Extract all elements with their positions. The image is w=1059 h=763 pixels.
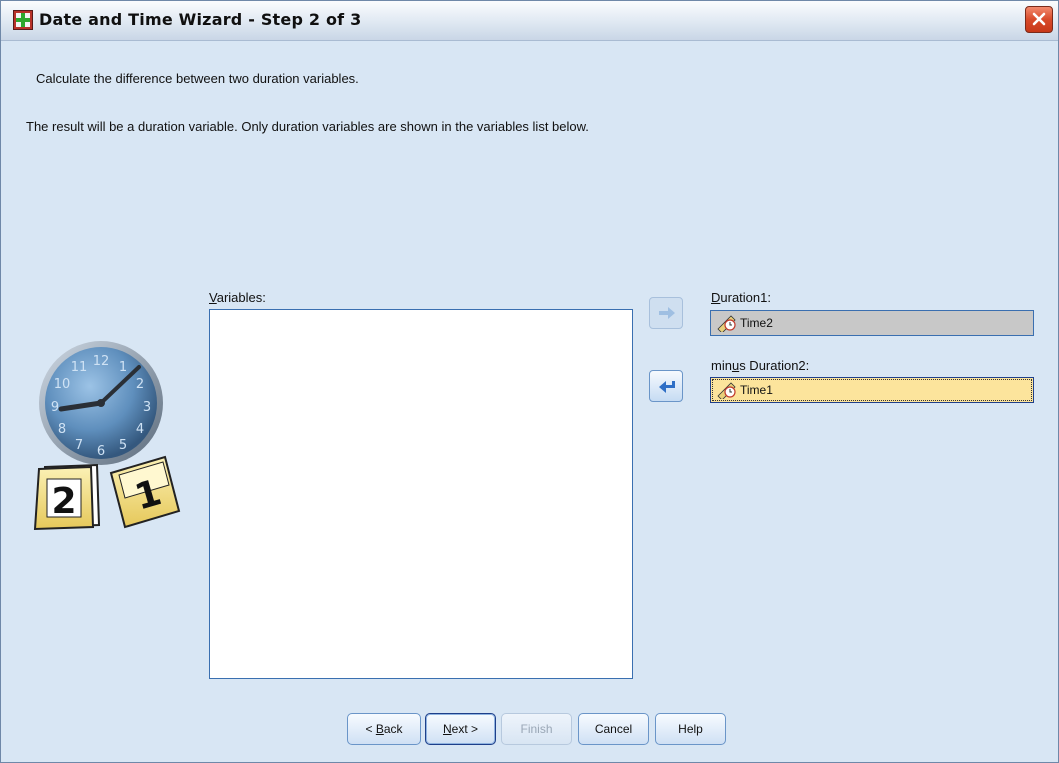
back-button[interactable]: < Back — [347, 713, 421, 745]
variables-label: Variables: — [209, 290, 266, 305]
duration2-label: minus Duration2: — [711, 358, 810, 373]
calendar-page-right: 1 — [109, 455, 181, 529]
next-button[interactable]: Next > — [425, 713, 496, 745]
duration2-field[interactable]: Time1 — [710, 377, 1034, 403]
clock-number: 9 — [51, 400, 59, 415]
clock-number: 12 — [93, 354, 110, 369]
clock-number: 1 — [119, 360, 127, 375]
help-button[interactable]: Help — [655, 713, 726, 745]
arrow-left-icon — [659, 381, 675, 393]
variables-list[interactable] — [209, 309, 633, 679]
clock-number: 8 — [58, 422, 66, 437]
clock-number: 10 — [54, 377, 71, 392]
clock-number: 5 — [119, 438, 127, 453]
close-icon — [1032, 12, 1046, 26]
duration1-value: Time2 — [740, 316, 773, 330]
clock-number: 3 — [143, 400, 151, 415]
duration-ruler-clock-icon — [717, 382, 736, 399]
instruction-line-1: Calculate the difference between two dur… — [36, 71, 359, 86]
window-title: Date and Time Wizard - Step 2 of 3 — [39, 10, 362, 29]
svg-text:2: 2 — [51, 481, 76, 522]
dialog-window: Date and Time Wizard - Step 2 of 3 Calcu… — [0, 0, 1059, 763]
arrow-right-icon — [659, 307, 675, 319]
duration-ruler-clock-icon — [717, 315, 736, 332]
clock-number: 7 — [75, 438, 83, 453]
move-from-duration2-button[interactable] — [649, 370, 683, 402]
clock-calendar-illustration: 12 1 2 3 4 5 6 7 8 9 10 11 2 1 — [33, 341, 181, 531]
cancel-button[interactable]: Cancel — [578, 713, 649, 745]
duration1-field[interactable]: Time2 — [710, 310, 1034, 336]
close-button[interactable] — [1025, 6, 1053, 33]
title-bar: Date and Time Wizard - Step 2 of 3 — [1, 1, 1058, 41]
instruction-line-2: The result will be a duration variable. … — [26, 119, 589, 134]
duration1-label: Duration1: — [711, 290, 771, 305]
finish-button[interactable]: Finish — [501, 713, 572, 745]
spss-app-icon — [13, 10, 33, 30]
duration2-value: Time1 — [740, 383, 773, 397]
clock-number: 4 — [136, 422, 144, 437]
clock-number: 11 — [71, 360, 88, 375]
clock-number: 2 — [136, 377, 144, 392]
calendar-page-left: 2 — [33, 463, 101, 531]
move-to-duration1-button[interactable] — [649, 297, 683, 329]
clock-number: 6 — [97, 444, 105, 459]
